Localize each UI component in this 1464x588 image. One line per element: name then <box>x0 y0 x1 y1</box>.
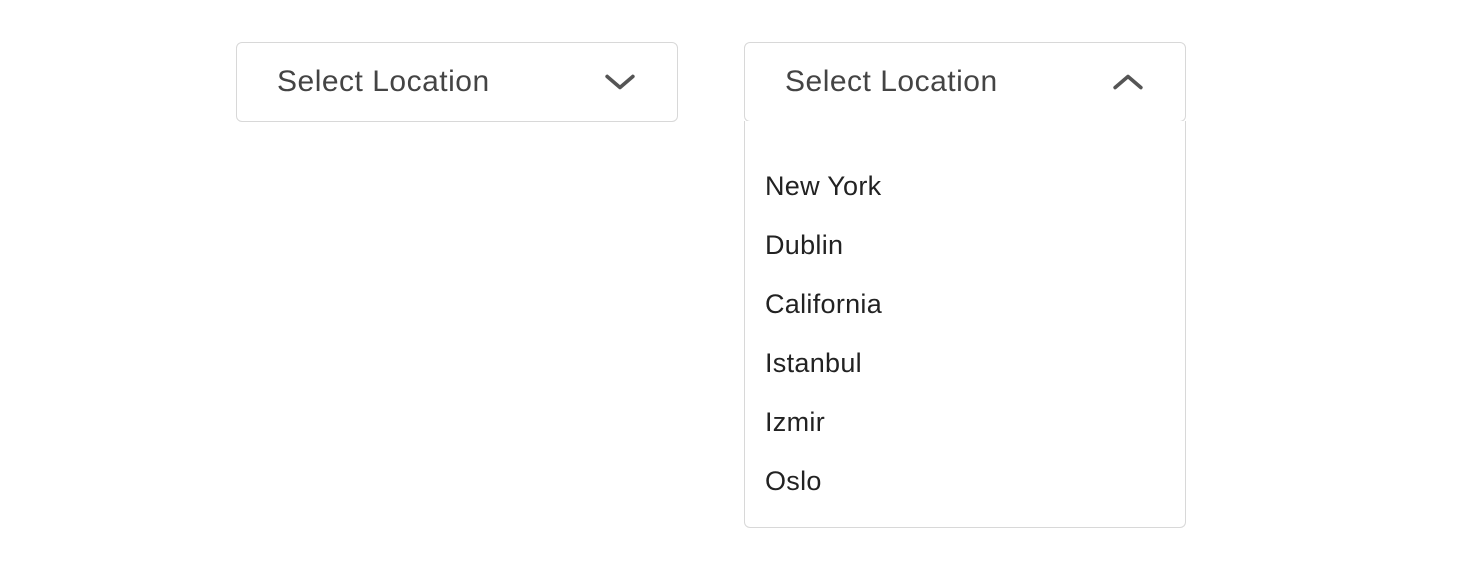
dropdown-option[interactable]: California <box>745 275 1185 334</box>
chevron-down-icon <box>601 71 639 93</box>
dropdown-container: Select Location Select Location New York… <box>0 0 1464 528</box>
dropdown-option[interactable]: New York <box>745 157 1185 216</box>
dropdown-menu: New York Dublin California Istanbul Izmi… <box>744 121 1186 528</box>
dropdown-toggle[interactable]: Select Location <box>236 42 678 122</box>
dropdown-label: Select Location <box>785 65 998 99</box>
dropdown-option[interactable]: Istanbul <box>745 334 1185 393</box>
chevron-up-icon <box>1109 71 1147 93</box>
dropdown-toggle[interactable]: Select Location <box>744 42 1186 122</box>
dropdown-option[interactable]: Dublin <box>745 216 1185 275</box>
dropdown-option[interactable]: Oslo <box>745 452 1185 511</box>
location-dropdown-closed: Select Location <box>236 42 678 528</box>
dropdown-option[interactable]: Izmir <box>745 393 1185 452</box>
location-dropdown-open: Select Location New York Dublin Californ… <box>744 42 1186 528</box>
dropdown-label: Select Location <box>277 65 490 99</box>
